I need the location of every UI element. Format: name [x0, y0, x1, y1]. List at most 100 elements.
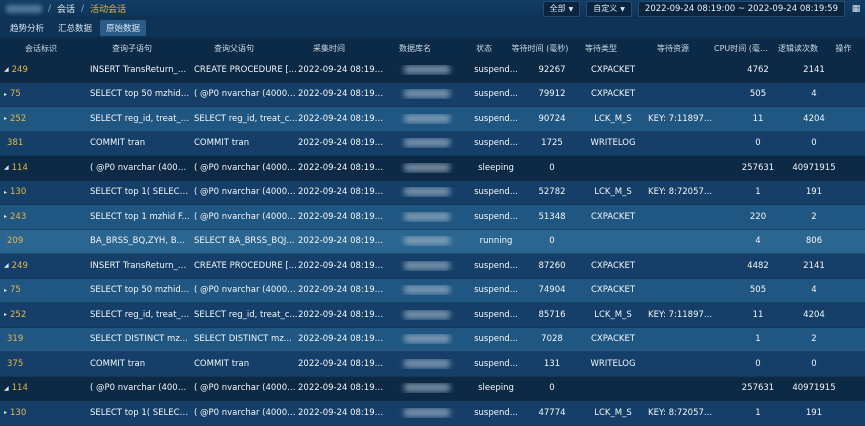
cell-status: suspend... — [474, 211, 518, 222]
cell-parent-query: ( @P0 nvarchar (4000)... — [194, 89, 298, 100]
column-header-collect-time[interactable]: 采集时间 — [286, 43, 372, 54]
redacted-database-name — [404, 113, 450, 123]
cell-logical-reads: 4204 — [803, 113, 825, 124]
expand-icon[interactable]: ◢ — [4, 262, 9, 269]
chevron-down-icon: ▼ — [568, 6, 574, 13]
cell-cpu-time: 4762 — [747, 64, 769, 75]
cell-status: suspend... — [474, 358, 518, 369]
redacted-database-name — [404, 211, 450, 221]
session-id: 249 — [11, 64, 28, 75]
table-row[interactable]: ▸ 75 SELECT top 50 mzhid ... ( @P0 nvarchar… — [0, 278, 865, 303]
cell-wait-type: CXPACKET — [590, 64, 636, 75]
cell-logical-reads: 2 — [811, 211, 817, 222]
cell-parent-query: ( @P0 nvarchar (4000)... — [194, 162, 298, 173]
table-row[interactable]: ▸ 252 SELECT reg_id, treat_c... SELECT reg_… — [0, 303, 865, 328]
calendar-icon[interactable]: ▦ — [851, 4, 861, 14]
cell-wait-type: LCK_M_S — [594, 113, 632, 124]
column-header-database[interactable]: 数据库名 — [372, 43, 458, 54]
cell-session-id: ▸ 75 — [0, 285, 86, 295]
table-row[interactable]: ◢ 114 ( @P0 nvarchar (4000)... ( @P0 nvarch… — [0, 376, 865, 401]
table-header: 会话标识 查询子语句 查询父语句 采集时间 数据库名 状态 等待时间 (毫秒) … — [0, 38, 865, 58]
cell-logical-reads: 0 — [811, 358, 817, 369]
cell-child-query: SELECT reg_id, treat_c... — [90, 113, 190, 124]
cell-collect-time: 2022-09-24 08:19:24 — [298, 64, 384, 75]
column-header-parent-query[interactable]: 查询父语句 — [182, 43, 286, 54]
redacted-database-name — [404, 89, 450, 99]
session-id: 75 — [10, 285, 21, 296]
cell-wait-type: CXPACKET — [590, 334, 636, 345]
table-row[interactable]: ▸ 243 SELECT top 1 mzhid F... ( @P0 nvarcha… — [0, 205, 865, 230]
column-header-session-id[interactable]: 会话标识 — [0, 43, 82, 54]
cell-collect-time: 2022-09-24 08:19:19 — [298, 358, 384, 369]
column-header-wait-type[interactable]: 等待类型 — [570, 43, 632, 54]
scope-dropdown[interactable]: 全部 ▼ — [542, 1, 581, 17]
table-row[interactable]: 209 BA_BRSS_BQ,ZYH, BA_... SELECT BA_BRSS_… — [0, 229, 865, 254]
cell-collect-time: 2022-09-24 08:19:24 — [298, 89, 384, 100]
cell-logical-reads: 806 — [805, 236, 823, 247]
expand-icon[interactable]: ▸ — [4, 213, 7, 220]
cell-database — [384, 236, 470, 246]
expand-icon[interactable]: ▸ — [4, 115, 7, 122]
table-row[interactable]: ▸ 252 SELECT reg_id, treat_c... SELECT reg_… — [0, 107, 865, 132]
expand-icon[interactable]: ▸ — [4, 189, 7, 196]
cell-database — [384, 334, 470, 344]
cell-cpu-time: 1 — [755, 187, 761, 198]
cell-wait-type: CXPACKET — [590, 285, 636, 296]
cell-child-query: INSERT TransReturn_c... — [90, 260, 190, 271]
table-row[interactable]: ▸ 130 SELECT top 1( SELECT... ( @P0 nvarcha… — [0, 180, 865, 205]
tab-summary-data[interactable]: 汇总数据 — [52, 20, 98, 36]
table-row[interactable]: 319 SELECT DISTINCT mz... SELECT DISTINCT … — [0, 327, 865, 352]
tab-trend-analysis[interactable]: 趋势分析 — [4, 20, 50, 36]
expand-icon[interactable]: ▸ — [4, 287, 7, 294]
breadcrumb-separator: / — [48, 3, 52, 14]
column-header-child-query[interactable]: 查询子语句 — [82, 43, 182, 54]
cell-logical-reads: 4 — [811, 285, 817, 296]
redacted-database-name — [404, 334, 450, 344]
cell-database — [384, 138, 470, 148]
column-header-status[interactable]: 状态 — [458, 43, 510, 54]
column-header-wait-resource[interactable]: 等待资源 — [632, 43, 714, 54]
table-row[interactable]: ◢ 249 INSERT TransReturn_c... CREATE PROCED… — [0, 254, 865, 279]
table-row[interactable]: 375 COMMIT tran COMMIT tran 2022-09-24 08:1… — [0, 352, 865, 377]
table-row[interactable]: 381 COMMIT tran COMMIT tran 2022-09-24 08:1… — [0, 131, 865, 156]
cell-wait-type: CXPACKET — [590, 211, 636, 222]
cell-cpu-time: 220 — [749, 211, 767, 222]
cell-database — [384, 407, 470, 418]
cell-parent-query: SELECT BA_BRSS_BQJ... — [194, 236, 295, 247]
table-row[interactable]: ◢ 249 INSERT TransReturn_c... CREATE PROCED… — [0, 58, 865, 83]
scope-label: 全部 — [549, 4, 566, 13]
cell-cpu-time: 505 — [749, 285, 767, 296]
breadcrumb: / 会话 / 活动会话 — [0, 2, 126, 15]
table-row[interactable]: ▸ 130 SELECT top 1( SELECT... ( @P0 nvarcha… — [0, 401, 865, 426]
redacted-database-name — [404, 260, 450, 270]
redacted-database-name — [404, 407, 450, 417]
cell-session-id: ▸ 252 — [0, 114, 86, 124]
column-header-wait-time[interactable]: 等待时间 (毫秒) — [510, 43, 570, 54]
cell-logical-reads: 2141 — [803, 260, 825, 271]
column-header-cpu-time[interactable]: CPU时间 (毫秒) — [714, 43, 770, 54]
tab-raw-data[interactable]: 原始数据 — [100, 19, 147, 36]
cell-wait-time: 74904 — [538, 285, 566, 296]
expand-icon[interactable]: ◢ — [4, 164, 9, 171]
custom-range-dropdown[interactable]: 自定义 ▼ — [586, 1, 632, 17]
expand-icon[interactable]: ◢ — [4, 385, 9, 392]
session-id: 75 — [10, 89, 21, 100]
session-id: 249 — [11, 260, 28, 271]
table-row[interactable]: ◢ 114 ( @P0 nvarchar (4000)... ( @P0 nvarch… — [0, 156, 865, 181]
expand-icon[interactable]: ▸ — [4, 311, 7, 318]
column-header-logical-reads[interactable]: 逻辑读次数 — [770, 43, 826, 54]
cell-wait-time: 0 — [549, 236, 555, 247]
table-row[interactable]: ▸ 75 SELECT top 50 mzhid ... ( @P0 nvarchar… — [0, 82, 865, 107]
date-range-input[interactable]: 2022-09-24 08:19:00 ~ 2022-09-24 08:19:5… — [637, 1, 845, 17]
cell-parent-query: COMMIT tran — [194, 138, 250, 149]
expand-icon[interactable]: ▸ — [4, 409, 7, 416]
cell-wait-type: CXPACKET — [590, 89, 636, 100]
session-id: 381 — [7, 138, 24, 149]
expand-icon[interactable]: ▸ — [4, 91, 7, 98]
cell-wait-type: CXPACKET — [590, 260, 636, 271]
breadcrumb-item-session[interactable]: 会话 — [57, 2, 75, 15]
column-header-actions: 操作 — [835, 43, 852, 53]
expand-icon[interactable]: ◢ — [4, 66, 9, 73]
cell-session-id: ◢ 249 — [0, 65, 86, 75]
cell-collect-time: 2022-09-24 08:19:24 — [298, 162, 384, 173]
